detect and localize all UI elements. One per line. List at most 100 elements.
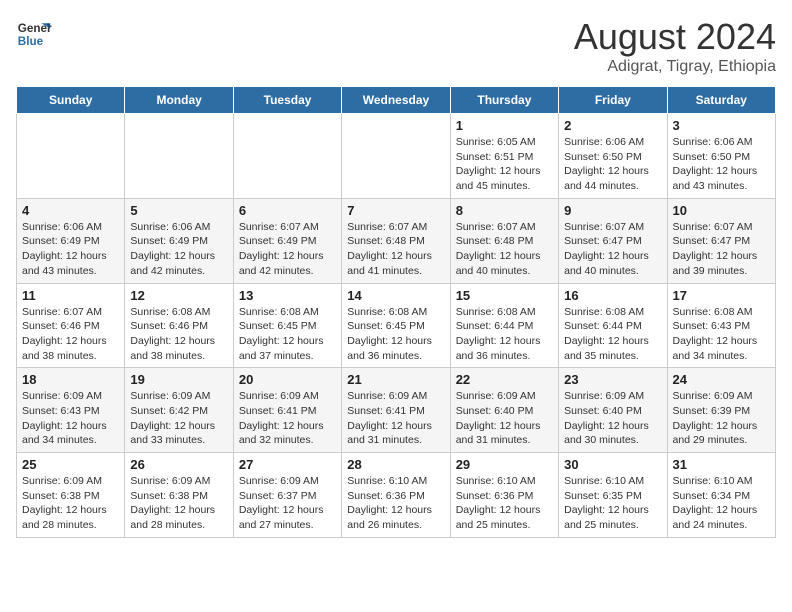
day-number: 30: [564, 457, 661, 472]
calendar-cell: 29 Sunrise: 6:10 AM Sunset: 6:36 PM Dayli…: [450, 453, 558, 538]
day-info: Sunrise: 6:10 AM Sunset: 6:34 PM Dayligh…: [673, 474, 770, 533]
day-number: 9: [564, 203, 661, 218]
day-number: 25: [22, 457, 119, 472]
day-number: 16: [564, 288, 661, 303]
calendar-cell: 25 Sunrise: 6:09 AM Sunset: 6:38 PM Dayli…: [17, 453, 125, 538]
day-number: 27: [239, 457, 336, 472]
calendar-cell: 26Sunrise: 6:09 AM Sunset: 6:38 PM Dayli…: [125, 453, 233, 538]
day-number: 20: [239, 372, 336, 387]
day-number: 29: [456, 457, 553, 472]
calendar-cell: 10 Sunrise: 6:07 AM Sunset: 6:47 PM Dayli…: [667, 198, 775, 283]
day-info: Sunrise: 6:09 AM Sunset: 6:38 PM Dayligh…: [22, 474, 119, 533]
day-info: Sunrise: 6:08 AM Sunset: 6:46 PM Dayligh…: [130, 305, 227, 364]
weekday-header-thursday: Thursday: [450, 87, 558, 114]
calendar-cell: 16 Sunrise: 6:08 AM Sunset: 6:44 PM Dayli…: [559, 283, 667, 368]
svg-text:Blue: Blue: [18, 35, 44, 48]
calendar-cell: 28Sunrise: 6:10 AM Sunset: 6:36 PM Dayli…: [342, 453, 450, 538]
calendar-cell: 21Sunrise: 6:09 AM Sunset: 6:41 PM Dayli…: [342, 368, 450, 453]
day-info: Sunrise: 6:09 AM Sunset: 6:41 PM Dayligh…: [239, 389, 336, 448]
calendar-cell: 8 Sunrise: 6:07 AM Sunset: 6:48 PM Daylig…: [450, 198, 558, 283]
calendar-week-4: 18 Sunrise: 6:09 AM Sunset: 6:43 PM Dayli…: [17, 368, 776, 453]
calendar-cell: 9 Sunrise: 6:07 AM Sunset: 6:47 PM Daylig…: [559, 198, 667, 283]
day-number: 14: [347, 288, 444, 303]
logo-icon: General Blue: [16, 16, 52, 52]
day-info: Sunrise: 6:09 AM Sunset: 6:41 PM Dayligh…: [347, 389, 444, 448]
day-number: 22: [456, 372, 553, 387]
day-number: 13: [239, 288, 336, 303]
day-info: Sunrise: 6:08 AM Sunset: 6:44 PM Dayligh…: [456, 305, 553, 364]
day-info: Sunrise: 6:09 AM Sunset: 6:37 PM Dayligh…: [239, 474, 336, 533]
calendar-cell: 19Sunrise: 6:09 AM Sunset: 6:42 PM Dayli…: [125, 368, 233, 453]
calendar-cell: 30 Sunrise: 6:10 AM Sunset: 6:35 PM Dayli…: [559, 453, 667, 538]
day-number: 10: [673, 203, 770, 218]
location-subtitle: Adigrat, Tigray, Ethiopia: [574, 58, 776, 76]
day-number: 31: [673, 457, 770, 472]
day-info: Sunrise: 6:08 AM Sunset: 6:45 PM Dayligh…: [239, 305, 336, 364]
calendar-cell: 22 Sunrise: 6:09 AM Sunset: 6:40 PM Dayli…: [450, 368, 558, 453]
day-info: Sunrise: 6:09 AM Sunset: 6:40 PM Dayligh…: [564, 389, 661, 448]
day-number: 18: [22, 372, 119, 387]
day-info: Sunrise: 6:06 AM Sunset: 6:50 PM Dayligh…: [673, 135, 770, 194]
day-number: 1: [456, 118, 553, 133]
calendar-cell: 17 Sunrise: 6:08 AM Sunset: 6:43 PM Dayli…: [667, 283, 775, 368]
calendar-cell: 24 Sunrise: 6:09 AM Sunset: 6:39 PM Dayli…: [667, 368, 775, 453]
day-number: 4: [22, 203, 119, 218]
day-info: Sunrise: 6:09 AM Sunset: 6:38 PM Dayligh…: [130, 474, 227, 533]
day-number: 3: [673, 118, 770, 133]
day-info: Sunrise: 6:08 AM Sunset: 6:43 PM Dayligh…: [673, 305, 770, 364]
day-info: Sunrise: 6:08 AM Sunset: 6:45 PM Dayligh…: [347, 305, 444, 364]
day-info: Sunrise: 6:09 AM Sunset: 6:40 PM Dayligh…: [456, 389, 553, 448]
day-number: 8: [456, 203, 553, 218]
day-info: Sunrise: 6:07 AM Sunset: 6:48 PM Dayligh…: [456, 220, 553, 279]
calendar-cell: 2Sunrise: 6:06 AM Sunset: 6:50 PM Daylig…: [559, 114, 667, 199]
logo: General Blue: [16, 16, 52, 52]
day-info: Sunrise: 6:07 AM Sunset: 6:47 PM Dayligh…: [673, 220, 770, 279]
day-info: Sunrise: 6:07 AM Sunset: 6:49 PM Dayligh…: [239, 220, 336, 279]
calendar-cell: 4Sunrise: 6:06 AM Sunset: 6:49 PM Daylig…: [17, 198, 125, 283]
weekday-header-monday: Monday: [125, 87, 233, 114]
day-info: Sunrise: 6:08 AM Sunset: 6:44 PM Dayligh…: [564, 305, 661, 364]
day-info: Sunrise: 6:10 AM Sunset: 6:36 PM Dayligh…: [456, 474, 553, 533]
calendar-cell: 23 Sunrise: 6:09 AM Sunset: 6:40 PM Dayli…: [559, 368, 667, 453]
day-number: 17: [673, 288, 770, 303]
day-info: Sunrise: 6:07 AM Sunset: 6:47 PM Dayligh…: [564, 220, 661, 279]
calendar-cell: 7 Sunrise: 6:07 AM Sunset: 6:48 PM Daylig…: [342, 198, 450, 283]
weekday-header-row: SundayMondayTuesdayWednesdayThursdayFrid…: [17, 87, 776, 114]
day-number: 12: [130, 288, 227, 303]
page-header: General Blue August 2024 Adigrat, Tigray…: [16, 16, 776, 76]
calendar-cell: 6 Sunrise: 6:07 AM Sunset: 6:49 PM Daylig…: [233, 198, 341, 283]
day-info: Sunrise: 6:09 AM Sunset: 6:43 PM Dayligh…: [22, 389, 119, 448]
day-info: Sunrise: 6:07 AM Sunset: 6:48 PM Dayligh…: [347, 220, 444, 279]
day-number: 6: [239, 203, 336, 218]
day-number: 28: [347, 457, 444, 472]
day-info: Sunrise: 6:09 AM Sunset: 6:39 PM Dayligh…: [673, 389, 770, 448]
calendar-cell: 13 Sunrise: 6:08 AM Sunset: 6:45 PM Dayli…: [233, 283, 341, 368]
day-info: Sunrise: 6:06 AM Sunset: 6:50 PM Dayligh…: [564, 135, 661, 194]
weekday-header-friday: Friday: [559, 87, 667, 114]
weekday-header-wednesday: Wednesday: [342, 87, 450, 114]
calendar-week-5: 25 Sunrise: 6:09 AM Sunset: 6:38 PM Dayli…: [17, 453, 776, 538]
calendar-cell: 14 Sunrise: 6:08 AM Sunset: 6:45 PM Dayli…: [342, 283, 450, 368]
calendar-cell: [125, 114, 233, 199]
weekday-header-saturday: Saturday: [667, 87, 775, 114]
title-block: August 2024 Adigrat, Tigray, Ethiopia: [574, 16, 776, 76]
day-info: Sunrise: 6:06 AM Sunset: 6:49 PM Dayligh…: [130, 220, 227, 279]
month-year-title: August 2024: [574, 16, 776, 58]
calendar-cell: 5Sunrise: 6:06 AM Sunset: 6:49 PM Daylig…: [125, 198, 233, 283]
day-number: 24: [673, 372, 770, 387]
calendar-cell: 15Sunrise: 6:08 AM Sunset: 6:44 PM Dayli…: [450, 283, 558, 368]
calendar-cell: 31 Sunrise: 6:10 AM Sunset: 6:34 PM Dayli…: [667, 453, 775, 538]
calendar-cell: [233, 114, 341, 199]
calendar-cell: 12 Sunrise: 6:08 AM Sunset: 6:46 PM Dayli…: [125, 283, 233, 368]
calendar-cell: 3 Sunrise: 6:06 AM Sunset: 6:50 PM Daylig…: [667, 114, 775, 199]
calendar-cell: 11Sunrise: 6:07 AM Sunset: 6:46 PM Dayli…: [17, 283, 125, 368]
calendar-cell: 1Sunrise: 6:05 AM Sunset: 6:51 PM Daylig…: [450, 114, 558, 199]
day-info: Sunrise: 6:10 AM Sunset: 6:35 PM Dayligh…: [564, 474, 661, 533]
calendar-cell: [342, 114, 450, 199]
day-info: Sunrise: 6:09 AM Sunset: 6:42 PM Dayligh…: [130, 389, 227, 448]
calendar-week-3: 11Sunrise: 6:07 AM Sunset: 6:46 PM Dayli…: [17, 283, 776, 368]
calendar-week-2: 4 Sunrise: 6:06 AM Sunset: 6:49 PM Daylig…: [17, 198, 776, 283]
day-number: 7: [347, 203, 444, 218]
day-number: 11: [22, 288, 119, 303]
day-number: 23: [564, 372, 661, 387]
